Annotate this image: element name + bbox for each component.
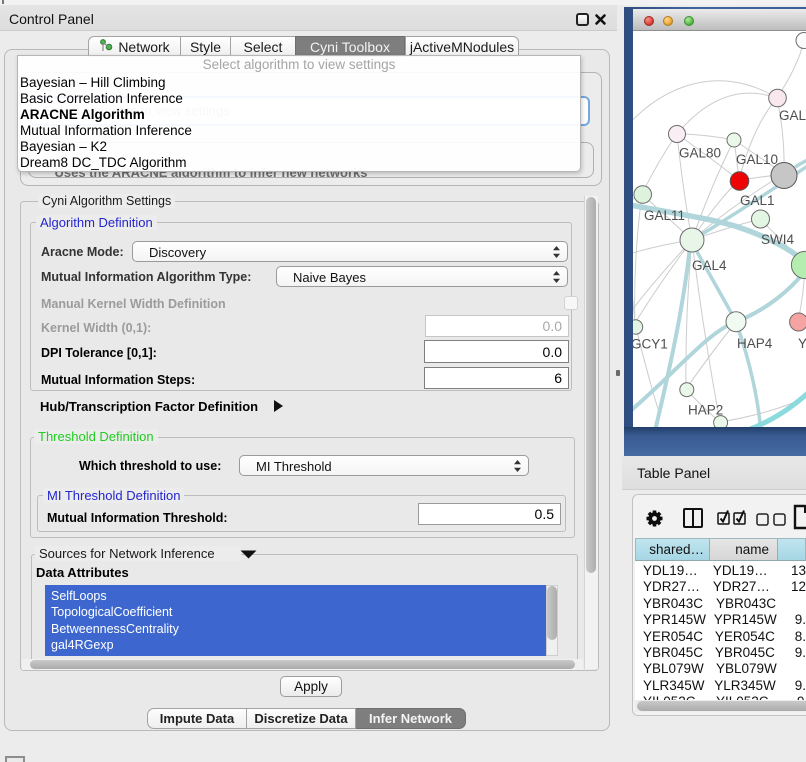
svg-text:GAL4: GAL4	[692, 258, 727, 273]
svg-text:GAL: GAL	[779, 108, 806, 123]
svg-text:HAP2: HAP2	[688, 403, 723, 418]
svg-text:GAL80: GAL80	[679, 146, 721, 161]
svg-text:Y: Y	[798, 336, 806, 351]
svg-text:HAP4: HAP4	[737, 336, 773, 351]
svg-text:GAL10: GAL10	[736, 152, 778, 167]
svg-text:SWI4: SWI4	[761, 232, 794, 247]
svg-text:GAL1: GAL1	[740, 193, 775, 208]
svg-text:GCY1: GCY1	[633, 337, 668, 352]
svg-text:GAL11: GAL11	[644, 208, 685, 223]
